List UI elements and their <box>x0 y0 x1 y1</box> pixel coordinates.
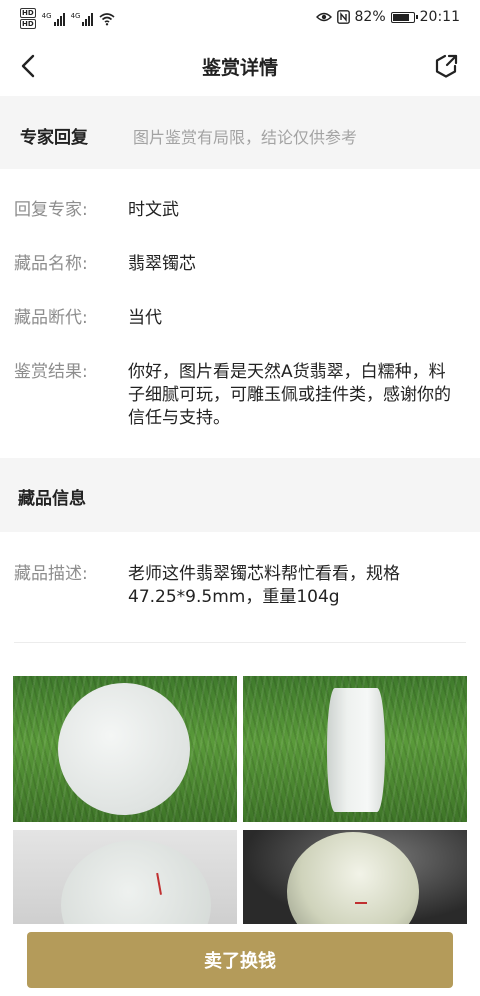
field-description: 藏品描述: 老师这件翡翠镯芯料帮忙看看，规格47.25*9.5mm，重量104g <box>14 563 454 609</box>
hd-badge-2: HD <box>20 19 36 29</box>
app-header: 鉴赏详情 <box>0 36 480 96</box>
battery-level <box>392 13 409 21</box>
signal-icon-1: 4G <box>42 12 65 26</box>
field-expert: 回复专家: 时文武 <box>14 199 454 222</box>
signal-icon-2: 4G <box>71 12 94 26</box>
item-photo-lit[interactable] <box>243 830 467 924</box>
red-mark <box>156 871 172 895</box>
status-left: HD HD 4G 4G <box>20 8 115 29</box>
jade-disc <box>327 688 385 812</box>
field-value: 你好，图片看是天然A货翡翠，白糯种，料子细腻可玩，可雕玉佩或挂件类，感谢你的信任… <box>128 362 451 428</box>
jade-disc <box>287 832 419 924</box>
nfc-icon <box>336 10 350 24</box>
field-label: 藏品断代: <box>14 308 88 328</box>
field-value: 当代 <box>128 308 162 328</box>
field-era: 藏品断代: 当代 <box>14 307 454 330</box>
item-photo-back[interactable] <box>13 830 237 924</box>
clock: 20:11 <box>419 9 460 25</box>
collection-info-title: 藏品信息 <box>18 489 86 509</box>
status-right: 82% 20:11 <box>315 9 460 25</box>
field-value: 翡翠镯芯 <box>128 254 196 274</box>
bottom-action-bar: 卖了换钱 <box>0 924 480 996</box>
disclaimer-note: 图片鉴赏有局限，结论仅供参考 <box>133 128 358 147</box>
expert-reply-title: 专家回复 <box>20 128 88 148</box>
status-bar: HD HD 4G 4G 82% 20:11 <box>0 0 480 36</box>
battery-percent: 82% <box>354 9 386 25</box>
share-icon <box>435 54 458 78</box>
jade-disc <box>58 683 190 815</box>
item-photo-side[interactable] <box>243 676 467 822</box>
expert-reply-header: 专家回复 图片鉴赏有局限，结论仅供参考 <box>0 96 480 169</box>
share-button[interactable] <box>432 52 460 80</box>
red-mark <box>355 902 367 904</box>
divider <box>14 642 466 643</box>
field-label: 藏品名称: <box>14 254 88 274</box>
field-label: 回复专家: <box>14 200 88 220</box>
battery-icon <box>390 11 418 23</box>
field-result: 鉴赏结果: 你好，图片看是天然A货翡翠，白糯种，料子细腻可玩，可雕玉佩或挂件类，… <box>14 361 454 430</box>
field-value: 时文武 <box>128 200 179 220</box>
field-item-name: 藏品名称: 翡翠镯芯 <box>14 253 454 276</box>
wifi-icon <box>99 12 115 25</box>
hd-badge-1: HD <box>20 8 36 18</box>
field-label: 藏品描述: <box>14 564 88 584</box>
jade-disc <box>61 840 211 924</box>
collection-info-header: 藏品信息 <box>0 458 480 532</box>
item-photo-front[interactable] <box>13 676 237 822</box>
page-title: 鉴赏详情 <box>201 57 278 79</box>
signal-label-1: 4G <box>41 11 52 20</box>
eye-icon <box>315 12 332 22</box>
field-value: 老师这件翡翠镯芯料帮忙看看，规格47.25*9.5mm，重量104g <box>128 564 400 607</box>
hd-indicators: HD HD <box>20 8 36 29</box>
signal-label-2: 4G <box>70 11 81 20</box>
sell-button[interactable]: 卖了换钱 <box>27 932 453 988</box>
field-label: 鉴赏结果: <box>14 362 88 382</box>
